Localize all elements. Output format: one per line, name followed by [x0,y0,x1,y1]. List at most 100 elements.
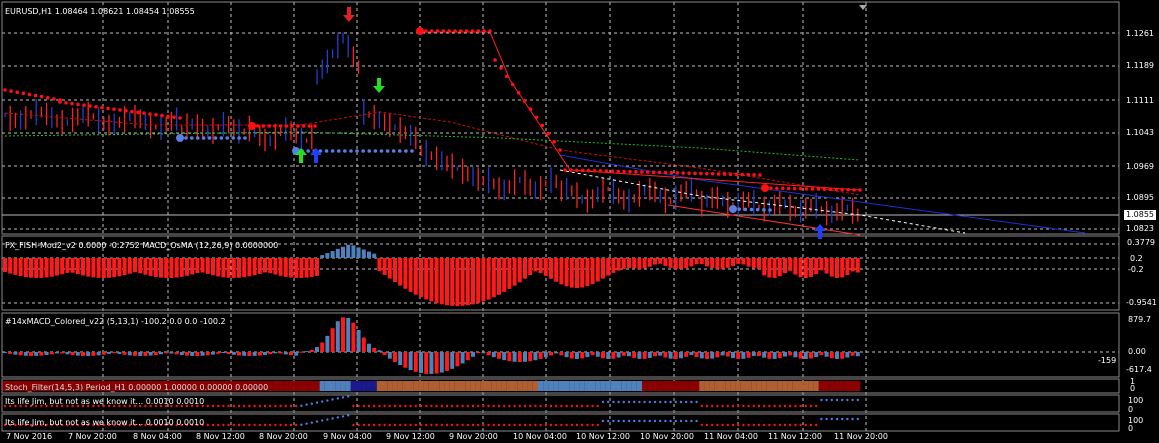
dot-red [70,101,74,106]
fish-bar [528,258,533,276]
jim2-dot [575,423,579,427]
stoch-block [600,381,606,391]
dot-red [687,171,691,175]
dot-red [447,29,451,33]
macd-bar [393,352,397,362]
dot-red [52,97,56,101]
jim1-dot [607,400,610,404]
jim2-dot [830,417,833,421]
dot-red [3,88,7,92]
jim1-dot [263,404,267,408]
dot-blue [343,149,347,153]
jim1-scale-min: 0 [1128,405,1134,414]
jim1-dot [482,404,485,408]
jim1-dot [820,398,823,402]
dot-blue [184,136,188,140]
macd-bar [507,352,512,362]
macd-bar [377,350,382,352]
dot-red [124,109,128,113]
stoch-block [454,381,460,391]
macd-bar [559,352,564,356]
jim1-dot [716,404,719,408]
jim1-dot [414,404,417,408]
dot-red [278,124,283,128]
dot-red [301,124,306,128]
jim2-dot [289,423,293,427]
time-axis-label: 9 Nov 12:00 [386,432,435,441]
jim2-dot [477,423,480,427]
trading-chart[interactable] [0,0,1159,443]
macd-bar [819,352,824,356]
stoch-block [610,381,616,391]
dot-red [482,29,486,33]
jim2-dot [815,423,818,427]
fish-bar [559,258,564,285]
dot-red [846,187,850,192]
fish-bar [252,258,257,276]
dot-red [752,173,756,177]
stoch-block [850,381,856,391]
dot-red [816,187,821,191]
dot-red [610,169,615,174]
stoch-block [730,381,736,391]
price-axis-label: 1.0823 [1126,224,1154,233]
jim2-dot [341,415,345,418]
macd-bar [127,352,132,356]
dot-blue [355,149,359,153]
jim2-dot [643,419,646,423]
dot-blue [367,149,372,153]
macd-bar [231,352,236,355]
fish-bar [611,258,616,273]
price-axis-label: 1.1111 [1126,96,1154,105]
jim1-dot [373,404,376,408]
dot-red [534,115,539,120]
jim1-dot [279,404,282,408]
jim1-dot [253,404,256,408]
fish-bar [138,258,143,274]
macd-bar [164,352,169,354]
fish-bar [840,258,845,278]
stoch-block [387,381,393,391]
jim2-dot [591,423,594,427]
dot-red [640,170,644,174]
dot-red [307,124,312,128]
macd-bar [174,352,179,355]
fish-bar [731,258,735,267]
jim2-dot [617,419,620,423]
jim1-dot [206,404,209,408]
dot-red [552,140,556,144]
fish-bar [705,258,709,267]
macd-bar [325,335,330,352]
macd-bar [257,352,262,356]
stoch-block [423,381,429,391]
jim2-dot [690,419,693,423]
macd-bar [23,352,28,356]
jim2-dot [523,423,527,427]
macd-bar [564,352,569,358]
jim2-dot [601,419,605,423]
dot-red [160,113,164,118]
jim2-dot [685,419,688,423]
dot-red [267,124,271,128]
dot-blue [213,136,218,140]
jim2-dot [539,423,542,427]
jim2-dot [305,422,308,425]
macd-bar [361,337,366,352]
macd-bar [445,352,449,371]
jim1-dot [227,404,230,408]
jim1-dot [477,404,480,408]
dot-red [88,104,92,108]
fish-bar [356,247,361,258]
jim1-dot [711,404,714,408]
jim2-dot [248,423,251,427]
jim2-dot [809,423,813,427]
fish-bar [601,258,605,279]
stoch-block [813,381,819,391]
dot-red [858,188,862,192]
fish-bar [455,258,460,306]
jim1-dot [430,404,433,408]
fish-bar [55,258,59,276]
stoch-block [418,381,424,391]
stoch-block [501,381,507,391]
jim2-dot [357,423,360,427]
